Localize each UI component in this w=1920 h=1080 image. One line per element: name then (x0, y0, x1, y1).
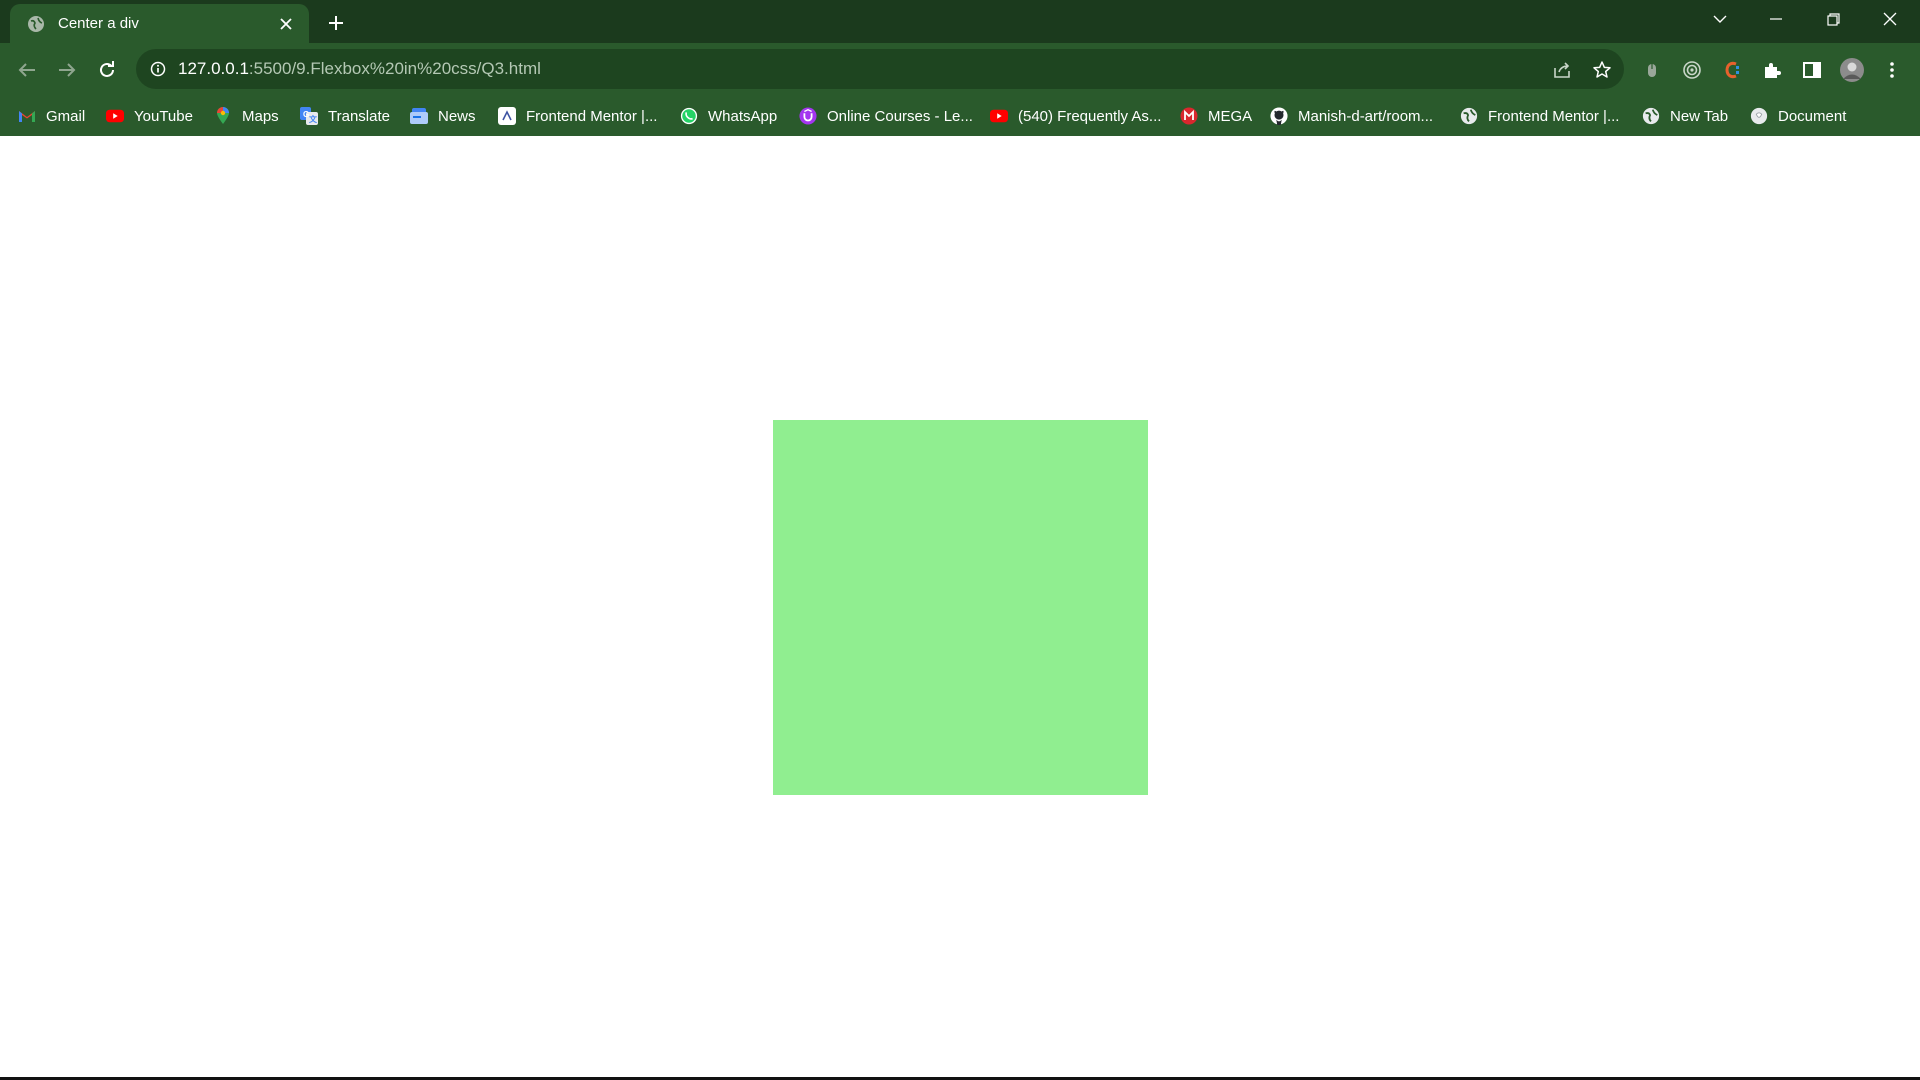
gmail-icon (18, 107, 36, 125)
side-panel-icon[interactable] (1800, 58, 1824, 82)
bookmark-label: Translate (328, 107, 390, 125)
url-text[interactable]: 127.0.0.1:5500/9.Flexbox%20in%20css/Q3.h… (178, 49, 541, 89)
profile-avatar[interactable] (1840, 58, 1864, 82)
bookmark-mega[interactable]: MEGA (1180, 103, 1252, 129)
bookmark-translate[interactable]: G文 Translate (300, 103, 390, 129)
github-icon (1270, 107, 1288, 125)
url-host: 127.0.0.1 (178, 59, 249, 78)
bookmark-frontend-mentor[interactable]: Frontend Mentor |... (498, 103, 657, 129)
bookmark-online-courses[interactable]: Online Courses - Le... (799, 103, 973, 129)
bookmark-news[interactable]: News (410, 103, 476, 129)
bookmark-frequently-asked[interactable]: (540) Frequently As... (990, 103, 1161, 129)
bookmark-label: New Tab (1670, 107, 1729, 125)
translate-icon: G文 (300, 107, 318, 125)
globe-icon (26, 14, 46, 34)
toolbar: 127.0.0.1:5500/9.Flexbox%20in%20css/Q3.h… (0, 43, 1920, 96)
bookmark-github-repo[interactable]: Manish-d-art/room... (1270, 103, 1433, 129)
close-window-button[interactable] (1862, 0, 1918, 38)
extension-target-icon[interactable] (1680, 58, 1704, 82)
globe-icon (1460, 107, 1478, 125)
extensions-puzzle-icon[interactable] (1760, 58, 1784, 82)
youtube-icon (106, 107, 124, 125)
tab-search-chevron-down-icon[interactable] (1692, 0, 1748, 38)
page-viewport (0, 136, 1920, 1076)
reload-button[interactable] (91, 54, 123, 86)
restore-button[interactable] (1805, 0, 1861, 38)
browser-chrome: Center a div 127.0.0.1:5500/9.Flexbox%20… (0, 0, 1920, 136)
extension-mouse-icon[interactable] (1640, 58, 1664, 82)
bookmark-label: Frontend Mentor |... (526, 107, 658, 125)
bookmark-whatsapp[interactable]: WhatsApp (680, 103, 777, 129)
bookmark-maps[interactable]: Maps (214, 103, 279, 129)
site-info-icon[interactable] (148, 59, 168, 79)
bookmark-label: MEGA (1208, 107, 1253, 125)
frontend-mentor-icon (498, 107, 516, 125)
bookmark-gmail[interactable]: Gmail (18, 103, 85, 129)
new-tab-button[interactable] (322, 9, 350, 37)
extension-c-icon[interactable] (1720, 58, 1744, 82)
bookmark-youtube[interactable]: YouTube (106, 103, 193, 129)
maps-icon (214, 107, 232, 125)
globe-icon (1642, 107, 1660, 125)
mega-icon (1180, 107, 1198, 125)
tab-title: Center a div (58, 15, 139, 32)
url-path: :5500/9.Flexbox%20in%20css/Q3.html (248, 59, 541, 78)
bookmark-label: Frontend Mentor |... (1488, 107, 1620, 125)
youtube-icon (990, 107, 1008, 125)
bookmark-label: Document (1778, 107, 1847, 125)
bookmark-label: Maps (242, 107, 279, 125)
address-bar[interactable]: 127.0.0.1:5500/9.Flexbox%20in%20css/Q3.h… (136, 49, 1624, 89)
whatsapp-icon (680, 107, 698, 125)
bookmarks-bar: Gmail YouTube Maps G文 Translate News Fro… (0, 96, 1920, 136)
bookmark-document[interactable]: Document (1750, 103, 1846, 129)
bookmark-new-tab[interactable]: New Tab (1642, 103, 1728, 129)
document-icon (1750, 107, 1768, 125)
bookmark-label: News (438, 107, 476, 125)
bookmark-star-icon[interactable] (1591, 59, 1613, 81)
menu-kebab-icon[interactable] (1880, 58, 1904, 82)
udemy-icon (799, 107, 817, 125)
close-tab-icon[interactable] (275, 13, 297, 35)
bookmark-label: Online Courses - Le... (827, 107, 973, 125)
bookmark-label: (540) Frequently As... (1018, 107, 1162, 125)
centered-green-div (773, 420, 1148, 795)
bookmark-frontend-mentor-2[interactable]: Frontend Mentor |... (1460, 103, 1619, 129)
bookmark-label: YouTube (134, 107, 193, 125)
forward-button[interactable] (51, 54, 83, 86)
bookmark-label: Gmail (46, 107, 86, 125)
tab-strip: Center a div (0, 0, 1920, 43)
back-button[interactable] (11, 54, 43, 86)
minimize-button[interactable] (1748, 0, 1804, 38)
tab-center-a-div[interactable]: Center a div (10, 4, 309, 43)
svg-text:文: 文 (309, 114, 318, 124)
share-icon[interactable] (1551, 59, 1573, 81)
bookmark-label: WhatsApp (708, 107, 778, 125)
bookmark-label: Manish-d-art/room... (1298, 107, 1434, 125)
news-icon (410, 107, 428, 125)
